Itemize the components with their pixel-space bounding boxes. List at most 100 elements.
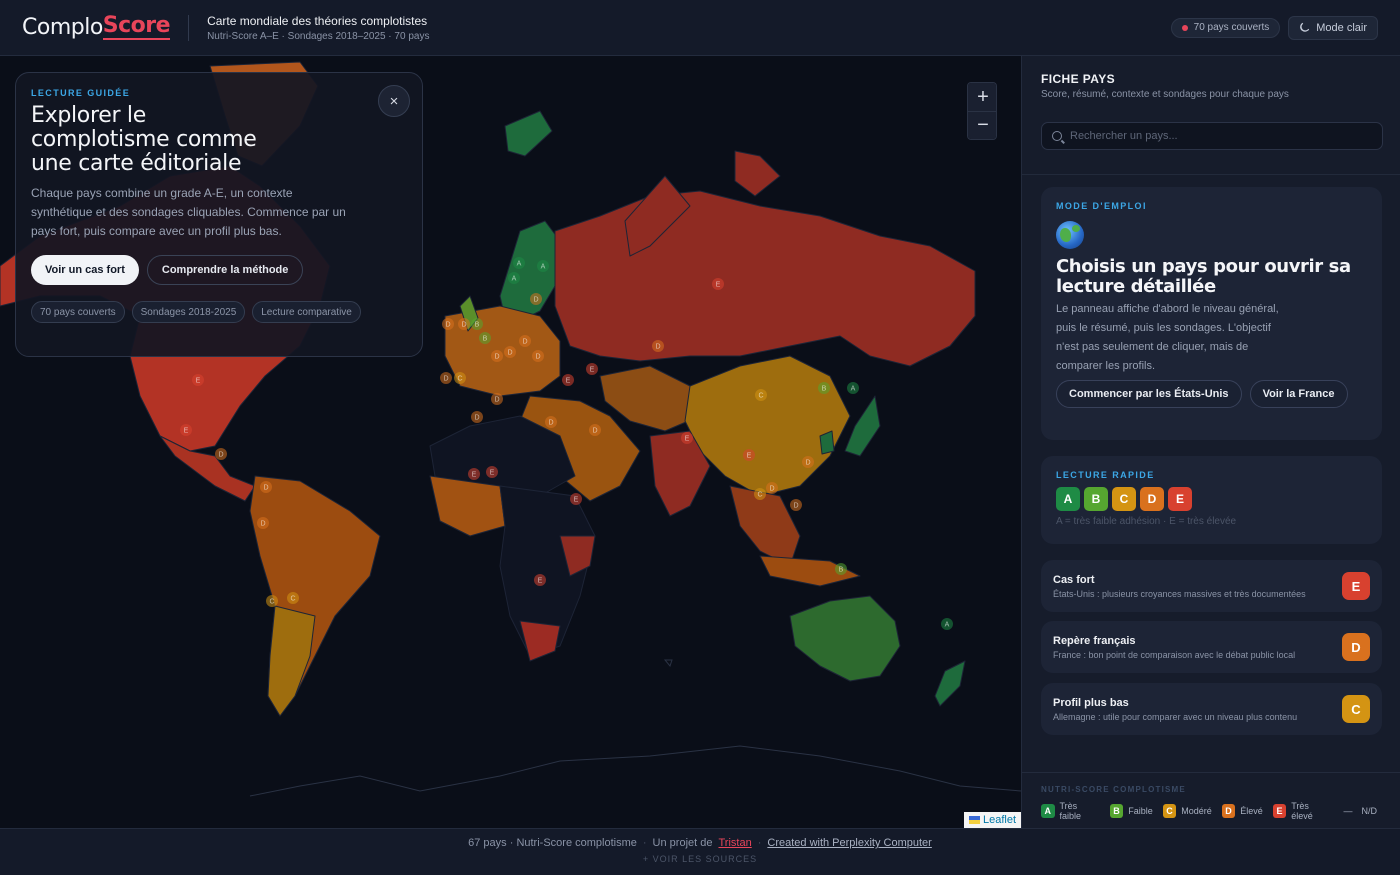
logo-accent: Score <box>102 13 171 40</box>
leaflet-attribution[interactable]: Leaflet <box>963 812 1021 828</box>
country-grade-marker[interactable]: C <box>754 488 766 500</box>
understand-method-button[interactable]: Comprendre la méthode <box>146 255 304 285</box>
country-grade-marker[interactable]: A <box>537 260 549 272</box>
country-grade-marker[interactable]: C <box>755 389 767 401</box>
country-grade-marker[interactable]: A <box>847 382 859 394</box>
how-to-card: MODE D'EMPLOI Choisis un pays pour ouvri… <box>1041 187 1382 440</box>
country-grade-marker[interactable]: D <box>491 393 503 405</box>
country-search-input[interactable] <box>1070 130 1370 142</box>
country-grade-marker[interactable]: D <box>260 481 272 493</box>
country-grade-marker[interactable]: B <box>835 563 847 575</box>
grade-a-badge: A <box>1056 487 1080 511</box>
marker-grade-label: C <box>758 393 763 400</box>
country-grade-marker[interactable]: E <box>712 278 724 290</box>
case-grade-badge: C <box>1342 695 1370 723</box>
marker-grade-label: A <box>517 261 522 268</box>
close-guide-button[interactable]: × <box>378 85 410 117</box>
country-grade-marker[interactable]: C <box>287 592 299 604</box>
start-usa-button[interactable]: Commencer par les États-Unis <box>1056 380 1242 408</box>
antarctica-outline <box>249 745 1021 797</box>
see-france-button[interactable]: Voir la France <box>1249 380 1348 408</box>
country-grade-marker[interactable]: E <box>180 424 192 436</box>
perplexity-link[interactable]: Created with Perplexity Computer <box>767 837 931 849</box>
country-grade-marker[interactable]: D <box>519 335 531 347</box>
howto-eyebrow: MODE D'EMPLOI <box>1056 201 1147 211</box>
zoom-out-button[interactable]: − <box>968 111 996 139</box>
country-grade-marker[interactable]: D <box>532 350 544 362</box>
country-grade-marker[interactable]: D <box>504 346 516 358</box>
country-grade-marker[interactable]: B <box>471 318 483 330</box>
marker-grade-label: A <box>945 622 950 629</box>
guided-reading-card: LECTURE GUIDÉE Explorer le complotisme c… <box>15 72 423 357</box>
country-grade-marker[interactable]: E <box>192 374 204 386</box>
country-grade-marker[interactable]: E <box>570 493 582 505</box>
country-grade-marker[interactable]: E <box>534 574 546 586</box>
marker-grade-label: E <box>196 378 201 385</box>
legend-a-label: Très faible <box>1059 801 1082 821</box>
country-search[interactable] <box>1041 122 1383 150</box>
country-grade-marker[interactable]: D <box>471 411 483 423</box>
country-grade-marker[interactable]: A <box>508 272 520 284</box>
legend-na-label: N/D <box>1361 806 1377 816</box>
case-card-strong[interactable]: Cas fort États-Unis : plusieurs croyance… <box>1041 560 1382 612</box>
country-grade-marker[interactable]: D <box>215 448 227 460</box>
country-grade-marker[interactable]: D <box>491 350 503 362</box>
leaflet-link[interactable]: Leaflet <box>983 814 1016 826</box>
country-grade-marker[interactable]: D <box>545 416 557 428</box>
country-grade-marker[interactable]: E <box>562 374 574 386</box>
zoom-in-button[interactable]: + <box>968 83 996 111</box>
country-grade-marker[interactable]: C <box>454 372 466 384</box>
country-grade-marker[interactable]: D <box>652 340 664 352</box>
country-grade-marker[interactable]: A <box>513 257 525 269</box>
moon-icon <box>1300 22 1310 32</box>
country-australia <box>789 595 901 682</box>
author-link[interactable]: Tristan <box>718 837 751 849</box>
marker-grade-label: D <box>769 486 774 493</box>
grade-d-badge: D <box>1140 487 1164 511</box>
country-grade-marker[interactable]: D <box>802 456 814 468</box>
country-grade-marker[interactable]: C <box>266 595 278 607</box>
legend-title: NUTRI-SCORE COMPLOTISME <box>1041 785 1186 794</box>
country-grade-marker[interactable]: A <box>941 618 953 630</box>
marker-grade-label: D <box>445 322 450 329</box>
countries-badge-label: 70 pays couverts <box>1193 22 1270 33</box>
light-mode-button[interactable]: Mode clair <box>1288 15 1378 40</box>
case-card-france[interactable]: Repère français France : bon point de co… <box>1041 621 1382 673</box>
marker-grade-label: E <box>716 282 721 289</box>
footer-count: 67 pays · Nutri-Score complotisme <box>468 837 637 849</box>
country-grade-marker[interactable]: D <box>442 318 454 330</box>
country-grade-marker[interactable]: B <box>818 382 830 394</box>
legend-e-badge: E <box>1272 804 1287 818</box>
country-grade-marker[interactable]: D <box>589 424 601 436</box>
footer-separator: · <box>642 837 647 849</box>
case-card-low[interactable]: Profil plus bas Allemagne : utile pour c… <box>1041 683 1382 735</box>
country-grade-marker[interactable]: E <box>586 363 598 375</box>
country-grade-marker[interactable]: D <box>790 499 802 511</box>
grade-e-badge: E <box>1168 487 1192 511</box>
country-grade-marker[interactable]: D <box>530 293 542 305</box>
country-grade-marker[interactable]: B <box>479 332 491 344</box>
marker-grade-label: D <box>507 350 512 357</box>
country-scandinavia <box>499 220 561 322</box>
page-footer: 67 pays · Nutri-Score complotisme · Un p… <box>0 828 1400 875</box>
country-grade-marker[interactable]: E <box>681 432 693 444</box>
country-grade-marker[interactable]: E <box>486 466 498 478</box>
marker-grade-label: D <box>535 354 540 361</box>
country-grade-marker[interactable]: E <box>468 468 480 480</box>
panel-title: FICHE PAYS <box>1041 72 1116 86</box>
see-sources-toggle[interactable]: + VOIR LES SOURCES <box>0 854 1400 864</box>
country-grade-marker[interactable]: D <box>257 517 269 529</box>
country-grade-marker[interactable]: D <box>766 482 778 494</box>
country-grade-marker[interactable]: E <box>743 449 755 461</box>
grade-b-badge: B <box>1084 487 1108 511</box>
country-grade-marker[interactable]: D <box>458 318 470 330</box>
marker-grade-label: B <box>475 322 480 329</box>
south-atlantic-island <box>663 659 673 668</box>
country-grade-marker[interactable]: D <box>440 372 452 384</box>
logo[interactable]: Complo Score <box>22 13 171 40</box>
marker-grade-label: E <box>590 367 595 374</box>
marker-grade-label: A <box>851 386 856 393</box>
marker-grade-label: E <box>566 378 571 385</box>
marker-grade-label: D <box>533 297 538 304</box>
see-strong-case-button[interactable]: Voir un cas fort <box>31 255 139 285</box>
